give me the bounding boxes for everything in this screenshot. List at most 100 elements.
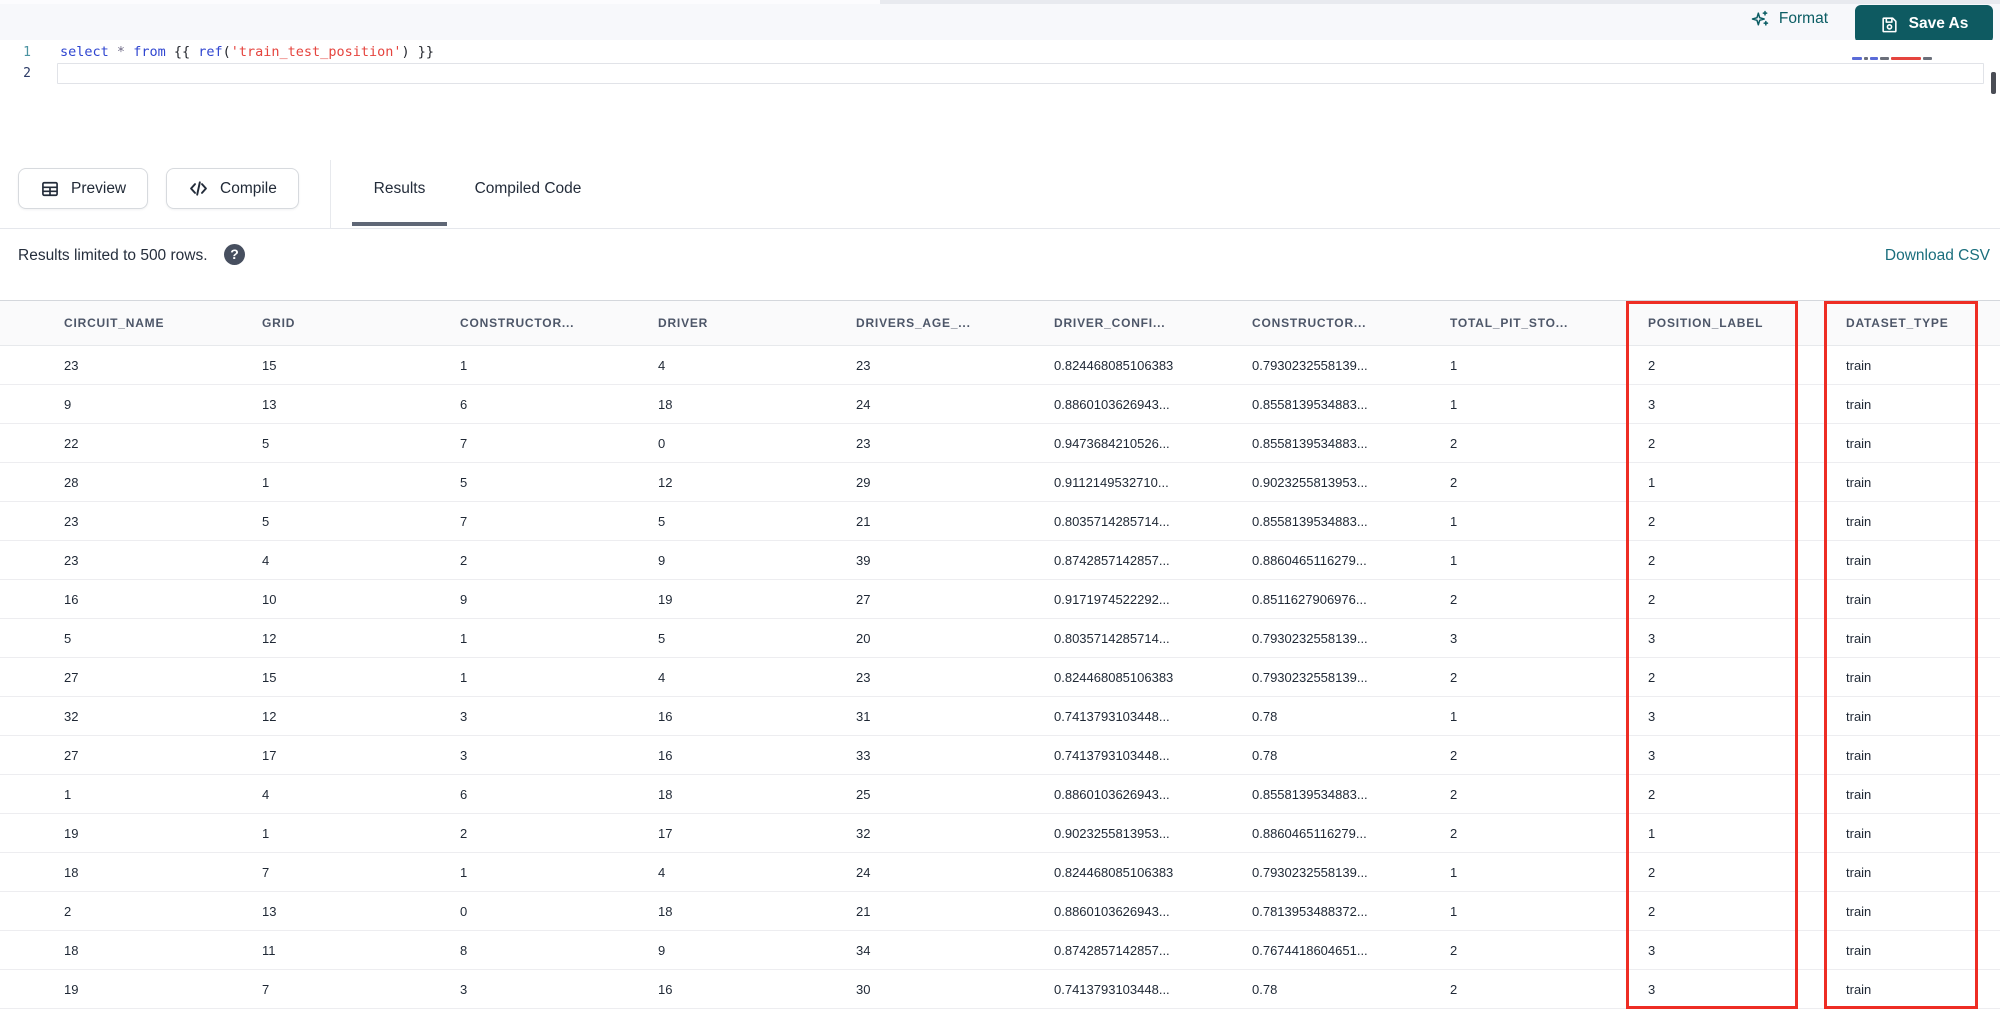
table-cell: 21	[856, 514, 871, 529]
active-tab-underline	[352, 222, 447, 226]
table-cell: 2	[1450, 748, 1458, 763]
dbt-ide-window: Format Save As 1 select * from {{ ref('t…	[0, 0, 2000, 1020]
column-header: CONSTRUCTOR...	[1252, 316, 1367, 330]
table-cell: 10	[262, 592, 277, 607]
table-cell: 3	[1648, 709, 1656, 724]
table-cell: 16	[658, 709, 673, 724]
code-token: *	[116, 44, 126, 60]
toolbar-divider	[330, 160, 331, 229]
table-cell: 34	[856, 943, 871, 958]
table-cell: 32	[856, 826, 871, 841]
table-cell: train	[1846, 982, 1872, 997]
help-icon[interactable]: ?	[224, 244, 245, 265]
table-cell: train	[1846, 436, 1872, 451]
table-row: 27 17 3 16 33 0.7413793103448... 0.78 2 3 train	[0, 736, 2000, 775]
table-cell: train	[1846, 553, 1872, 568]
table-cell: 23	[64, 514, 79, 529]
code-token: ref	[198, 44, 223, 60]
table-cell: train	[1846, 709, 1872, 724]
table-cell: train	[1846, 943, 1872, 958]
table-cell: 27	[64, 748, 79, 763]
table-cell: 9	[658, 553, 666, 568]
table-cell: 0.8860465116279...	[1252, 826, 1367, 841]
table-cell: 7	[262, 865, 270, 880]
table-cell: 1	[1450, 904, 1458, 919]
table-cell: 5	[658, 631, 666, 646]
table-cell: 1	[262, 475, 270, 490]
tab-compiled-code[interactable]: Compiled Code	[466, 168, 590, 209]
table-cell: 39	[856, 553, 871, 568]
table-cell: 0.8035714285714...	[1054, 514, 1170, 529]
table-cell: 1	[460, 865, 468, 880]
tab-results[interactable]: Results	[352, 168, 447, 209]
table-cell: 4	[658, 358, 666, 373]
table-cell: 5	[460, 475, 468, 490]
table-cell: 3	[460, 748, 468, 763]
table-cell: train	[1846, 904, 1872, 919]
code-token: }}	[409, 44, 434, 60]
results-table: CIRCUIT_NAME GRID CONSTRUCTOR... DRIVER DRIV…	[0, 300, 2000, 1009]
table-cell: 0.8558139534883...	[1252, 397, 1368, 412]
table-cell: 0.8860103626943...	[1054, 904, 1170, 919]
table-cell: 9	[460, 592, 468, 607]
table-row: 22 5 7 0 23 0.9473684210526... 0.8558139534883…	[0, 424, 2000, 463]
table-cell: 2	[64, 904, 72, 919]
code-token: )	[401, 44, 410, 60]
table-cell: 13	[262, 904, 277, 919]
table-cell: 24	[856, 397, 871, 412]
line-number-2: 2	[23, 66, 31, 81]
table-cell: 2	[1648, 865, 1656, 880]
table-cell: 0.8558139534883...	[1252, 514, 1368, 529]
editor-scrollbar-thumb[interactable]	[1991, 72, 1996, 94]
format-button[interactable]: Format	[1750, 9, 1828, 29]
active-line-highlight	[57, 63, 1984, 84]
table-cell: 16	[658, 748, 673, 763]
table-cell: 3	[460, 709, 468, 724]
download-csv-link[interactable]: Download CSV	[1885, 247, 1990, 265]
table-cell: 0.8511627906976...	[1252, 592, 1367, 607]
column-header: TOTAL_PIT_STO...	[1450, 316, 1569, 330]
table-cell: 2	[460, 826, 468, 841]
results-info-bar: Results limited to 500 rows. ? Download …	[0, 229, 2000, 300]
table-cell: 2	[460, 553, 468, 568]
table-cell: 5	[64, 631, 72, 646]
save-icon	[1880, 15, 1899, 34]
sql-code-editor[interactable]: 1 select * from {{ ref('train_test_posit…	[0, 40, 2000, 168]
table-cell: 0.8860103626943...	[1054, 397, 1170, 412]
table-cell: 23	[64, 553, 79, 568]
table-cell: train	[1846, 358, 1872, 373]
editor-minimap[interactable]	[1852, 56, 1932, 60]
table-cell: train	[1846, 397, 1872, 412]
table-cell: train	[1846, 514, 1872, 529]
column-header: POSITION_LABEL	[1648, 316, 1764, 330]
table-cell: 1	[262, 826, 270, 841]
table-cell: train	[1846, 592, 1872, 607]
table-cell: 3	[460, 982, 468, 997]
column-header: CIRCUIT_NAME	[64, 316, 165, 330]
table-cell: 2	[1450, 943, 1458, 958]
compile-button[interactable]: Compile	[166, 168, 299, 209]
table-cell: 19	[64, 826, 79, 841]
preview-button[interactable]: Preview	[18, 168, 149, 209]
table-row: 32 12 3 16 31 0.7413793103448... 0.78 1 3 train	[0, 697, 2000, 736]
table-row: 27 15 1 4 23 0.824468085106383 0.7930232558139…	[0, 658, 2000, 697]
table-cell: 20	[856, 631, 871, 646]
column-header: DRIVERS_AGE_...	[856, 316, 971, 330]
table-cell: 0.7930232558139...	[1252, 670, 1368, 685]
table-cell: 3	[1648, 748, 1656, 763]
table-row: 18 7 1 4 24 0.824468085106383 0.7930232558139.…	[0, 853, 2000, 892]
table-cell: 27	[856, 592, 871, 607]
code-token: 'train_test_position'	[230, 44, 402, 60]
save-as-button-label: Save As	[1908, 15, 1969, 32]
table-cell: 2	[1450, 475, 1458, 490]
table-cell: 2	[1648, 592, 1656, 607]
table-cell: 1	[1450, 553, 1458, 568]
table-cell: 2	[1450, 436, 1458, 451]
table-cell: 4	[658, 670, 666, 685]
table-cell: 4	[658, 865, 666, 880]
table-cell: 4	[262, 553, 270, 568]
table-cell: 4	[262, 787, 270, 802]
save-as-button[interactable]: Save As	[1855, 5, 1993, 43]
table-cell: 15	[262, 358, 277, 373]
